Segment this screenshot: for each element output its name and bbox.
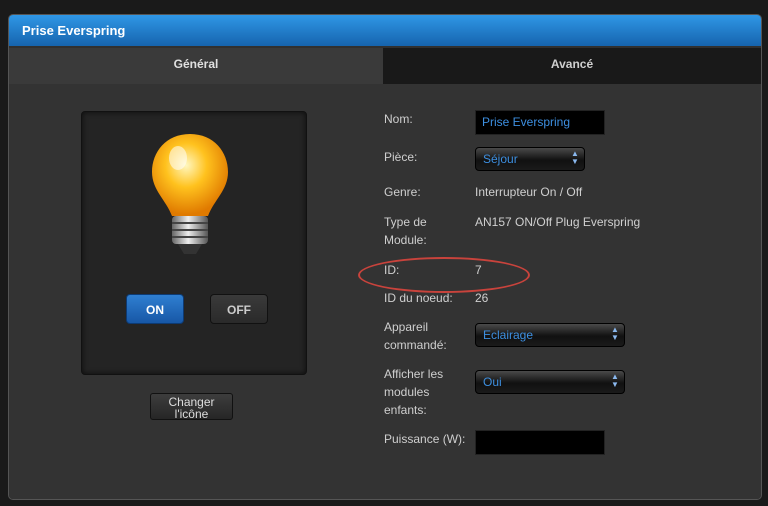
controlled-device-select-value: Eclairage [483,328,534,342]
module-type-label-line1: Type de [384,215,427,229]
general-tab-content: ON OFF Changer l'icône Nom: Pièce: Genre… [9,84,761,499]
light-bulb-icon [152,134,228,254]
device-icon-panel: ON OFF [81,111,307,375]
module-type-label: Type de Module: [384,213,427,249]
name-label: Nom: [384,112,413,126]
power-input[interactable] [475,430,605,455]
change-icon-button[interactable]: Changer l'icône [150,393,233,420]
module-type-label-line2: Module: [384,233,427,247]
select-arrows-icon: ▲ ▼ [571,149,579,166]
select-arrows-icon: ▲ ▼ [611,325,619,342]
room-label: Pièce: [384,150,418,164]
show-children-label: Afficher les modules enfants: [384,365,443,419]
off-button[interactable]: OFF [210,294,268,324]
tab-general[interactable]: Général [9,48,383,84]
power-label: Puissance (W): [384,432,466,446]
change-icon-label-line2: l'icône [174,407,209,421]
controlled-device-label-line2: commandé: [384,338,447,352]
show-children-select[interactable]: Oui ▲ ▼ [475,370,625,394]
controlled-device-select[interactable]: Eclairage ▲ ▼ [475,323,625,347]
name-input[interactable]: Prise Everspring [475,110,605,135]
window-title: Prise Everspring [9,15,761,46]
module-type-value: AN157 ON/Off Plug Everspring [475,215,641,229]
tab-advanced[interactable]: Avancé [383,48,761,84]
show-children-label-line1: Afficher les [384,367,444,381]
tab-bar: Général Avancé [9,48,761,84]
genre-value: Interrupteur On / Off [475,185,583,199]
controlled-device-label: Appareil commandé: [384,318,447,354]
on-button[interactable]: ON [126,294,184,324]
controlled-device-label-line1: Appareil [384,320,429,334]
select-arrows-icon: ▲ ▼ [611,372,619,389]
device-settings-window: Prise Everspring Général Avancé ON OFF C… [8,14,762,500]
show-children-label-line3: enfants: [384,403,427,417]
room-select[interactable]: Séjour ▲ ▼ [475,147,585,171]
show-children-label-line2: modules [384,385,430,399]
room-select-value: Séjour [483,152,518,166]
genre-label: Genre: [384,185,421,199]
show-children-select-value: Oui [483,375,502,389]
node-id-value: 26 [475,291,489,305]
highlight-ellipse [358,257,530,293]
